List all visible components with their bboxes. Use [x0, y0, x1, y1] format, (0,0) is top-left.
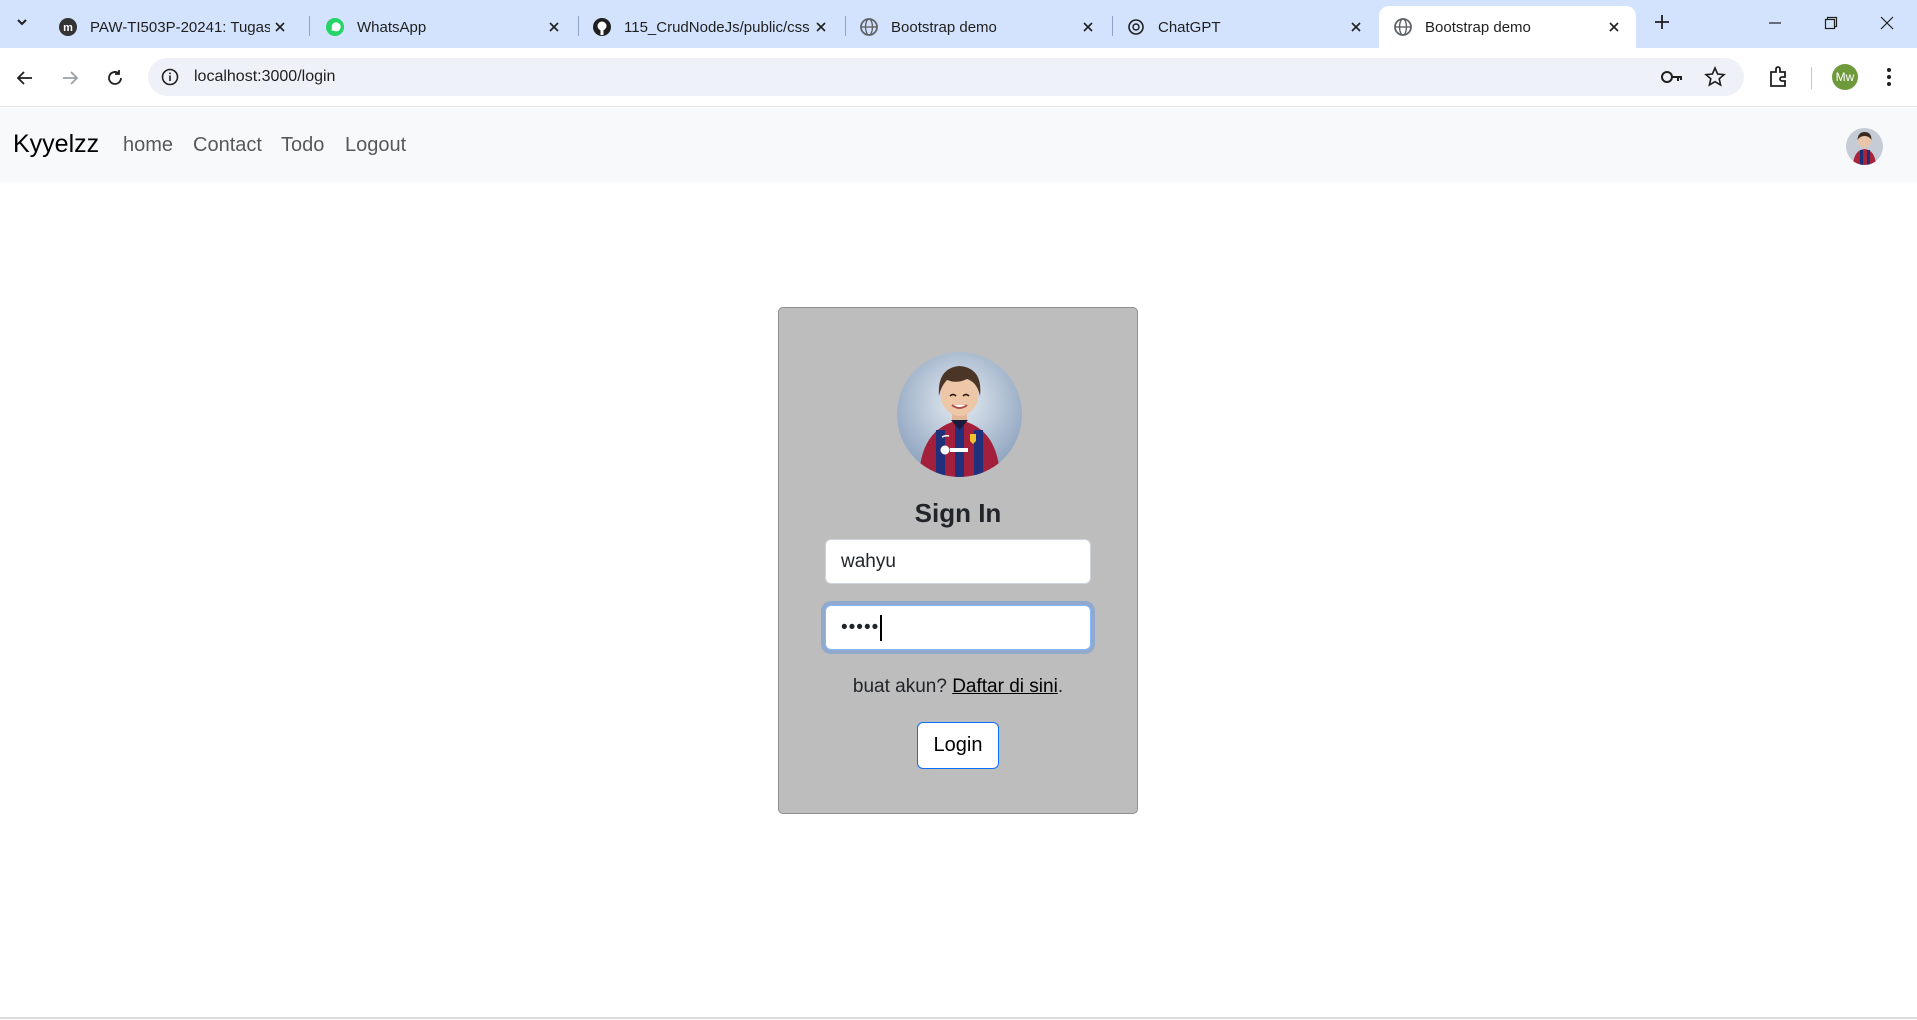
- tab-title: Bootstrap demo: [1425, 18, 1531, 36]
- browser-tab-strip: m PAW-TI503P-20241: Tugas WhatsApp 115_C…: [0, 0, 1917, 48]
- close-icon[interactable]: [1604, 17, 1624, 37]
- close-icon[interactable]: [1078, 17, 1098, 37]
- restore-icon: [1824, 16, 1838, 30]
- browser-tab[interactable]: 115_CrudNodeJs/public/css: [578, 6, 843, 48]
- browser-toolbar: localhost:3000/login Mw: [0, 48, 1917, 107]
- browser-tab[interactable]: m PAW-TI503P-20241: Tugas: [44, 6, 302, 48]
- tab-separator: [309, 16, 310, 36]
- reload-button[interactable]: [101, 64, 129, 92]
- signup-suffix: .: [1057, 676, 1064, 697]
- username-value: wahyu: [841, 550, 896, 572]
- tab-search-button[interactable]: [8, 8, 36, 36]
- extensions-icon[interactable]: [1766, 64, 1792, 90]
- close-icon[interactable]: [270, 17, 290, 37]
- chevron-down-icon: [17, 19, 27, 26]
- close-icon[interactable]: [1346, 17, 1366, 37]
- browser-tab[interactable]: WhatsApp: [311, 6, 576, 48]
- signup-link[interactable]: Daftar di sini: [952, 676, 1058, 697]
- svg-text:m: m: [63, 22, 73, 34]
- globe-icon: [859, 17, 879, 37]
- nav-link-contact[interactable]: Contact: [193, 134, 262, 157]
- close-window-button[interactable]: [1872, 8, 1902, 38]
- minimize-icon: [1769, 22, 1781, 24]
- tab-title: Bootstrap demo: [891, 18, 997, 36]
- plus-icon: [1655, 15, 1669, 29]
- new-tab-button[interactable]: [1650, 10, 1674, 34]
- forward-button[interactable]: [56, 64, 84, 92]
- signup-prompt: buat akun? Daftar di sini.: [779, 676, 1137, 698]
- chatgpt-icon: [1126, 17, 1146, 37]
- user-photo: [1846, 128, 1883, 165]
- username-input[interactable]: wahyu: [825, 539, 1091, 584]
- nav-link-home[interactable]: home: [123, 134, 173, 157]
- globe-icon: [1393, 17, 1413, 37]
- info-icon[interactable]: [160, 67, 180, 87]
- minimize-button[interactable]: [1760, 8, 1790, 38]
- tab-title: 115_CrudNodeJs/public/css: [624, 18, 810, 36]
- login-card: Sign In wahyu ••••• buat akun? Daftar di…: [778, 307, 1138, 814]
- text-caret: [880, 614, 882, 641]
- github-icon: [592, 17, 612, 37]
- browser-tab-active[interactable]: Bootstrap demo: [1379, 6, 1636, 48]
- arrow-left-icon: [16, 71, 32, 85]
- site-navbar: Kyyelzz home Contact Todo Logout: [0, 108, 1917, 182]
- close-icon[interactable]: [544, 17, 564, 37]
- key-icon[interactable]: [1660, 66, 1684, 88]
- tab-title: WhatsApp: [357, 18, 427, 36]
- user-avatar[interactable]: [1846, 128, 1883, 165]
- url-text[interactable]: localhost:3000/login: [194, 68, 335, 86]
- profile-initials: Mw: [1835, 70, 1855, 84]
- whatsapp-icon: [325, 17, 345, 37]
- back-button[interactable]: [11, 64, 39, 92]
- browser-tab[interactable]: ChatGPT: [1112, 6, 1378, 48]
- reload-icon: [108, 70, 122, 85]
- arrow-right-icon: [63, 71, 79, 85]
- profile-illustration: [897, 352, 1022, 477]
- toolbar-divider: [1811, 67, 1812, 89]
- profile-photo: [897, 352, 1022, 477]
- restore-button[interactable]: [1816, 8, 1846, 38]
- profile-avatar[interactable]: Mw: [1832, 64, 1858, 90]
- address-bar[interactable]: localhost:3000/login: [148, 58, 1744, 96]
- signup-prompt-text: buat akun?: [852, 676, 947, 697]
- tab-title: ChatGPT: [1158, 18, 1221, 36]
- window-bottom-edge: [0, 1017, 1917, 1019]
- browser-tab[interactable]: Bootstrap demo: [845, 6, 1110, 48]
- tab-title: PAW-TI503P-20241: Tugas: [90, 18, 270, 36]
- nav-link-logout[interactable]: Logout: [345, 134, 406, 157]
- star-icon[interactable]: [1704, 66, 1726, 88]
- password-value: •••••: [841, 616, 880, 638]
- more-vertical-icon: [1887, 68, 1891, 86]
- login-button[interactable]: Login: [917, 722, 999, 769]
- browser-menu-button[interactable]: [1876, 64, 1902, 90]
- password-input[interactable]: •••••: [825, 605, 1091, 650]
- close-icon: [1880, 16, 1894, 30]
- navbar-brand[interactable]: Kyyelzz: [13, 130, 99, 159]
- moodle-icon: m: [58, 17, 78, 37]
- nav-link-todo[interactable]: Todo: [281, 134, 324, 157]
- sign-in-heading: Sign In: [914, 498, 1002, 528]
- close-icon[interactable]: [811, 17, 831, 37]
